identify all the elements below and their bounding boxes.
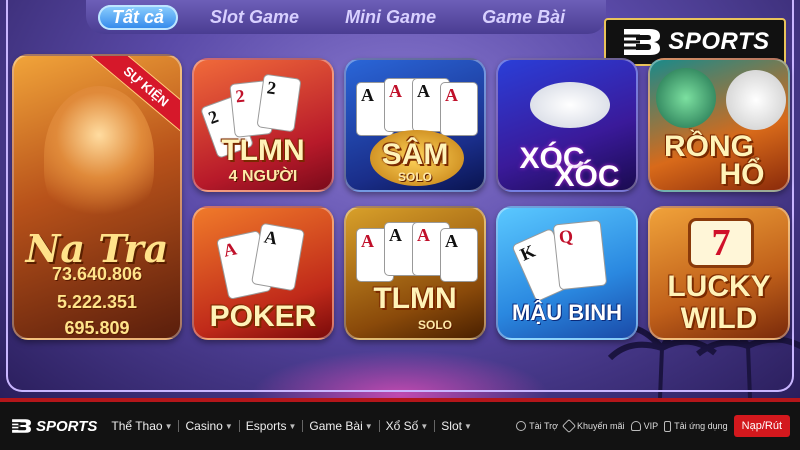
link-khuyen-mai[interactable]: Khuyến mãi: [561, 418, 625, 434]
game-tile-sam-solo[interactable]: A A A A SÂM SOLO: [344, 58, 486, 192]
playing-card: A: [440, 82, 478, 136]
deposit-withdraw-button[interactable]: Nạp/Rút: [733, 415, 790, 437]
chevron-down-icon: ▼: [364, 421, 373, 431]
game-tile-mau-binh[interactable]: K Q MẬU BINH: [496, 206, 638, 340]
category-tabs: Tất cả Slot Game Mini Game Game Bài: [86, 0, 606, 34]
nav-label: Slot: [441, 419, 462, 433]
game-subtitle: SOLO: [397, 170, 432, 184]
link-tai-tro[interactable]: Tài Trợ: [516, 421, 558, 431]
game-tile-tlmn-solo[interactable]: A A A A TLMN SOLO: [344, 206, 486, 340]
link-label: Khuyến mãi: [577, 421, 625, 431]
game-subtitle: XÓC: [554, 160, 620, 192]
tab-mini-game[interactable]: Mini Game: [331, 5, 450, 30]
b-logo-icon: [10, 419, 31, 433]
game-tile-rong-ho[interactable]: RỒNG HỔ: [648, 58, 790, 192]
tiger-icon: [726, 70, 786, 130]
nav-label: Xổ Số: [385, 419, 419, 433]
link-tai-ung-dung[interactable]: Tải ứng dụng: [664, 420, 728, 432]
game-title: MẬU BINH: [512, 300, 622, 325]
hero-character-image: [44, 86, 154, 226]
nav-item-esports[interactable]: Esports ▼: [240, 419, 303, 433]
jackpot-value-1: 73.640.806: [51, 264, 143, 284]
b-logo-icon: [620, 29, 661, 55]
playing-card: Q: [552, 219, 608, 291]
featured-game-tile[interactable]: SỰ KIỆN Na Tra 73.640.806 5.222.351 695.…: [12, 54, 182, 340]
game-title: SÂM: [381, 138, 449, 171]
link-label: VIP: [643, 421, 659, 431]
game-title: TLMN: [373, 282, 457, 315]
logo-text: SPORTS: [36, 417, 98, 435]
jackpot-value-2: 5.222.351: [56, 292, 138, 312]
game-subtitle: SOLO: [417, 318, 452, 332]
chevron-down-icon: ▼: [463, 421, 472, 431]
playing-card: 2: [256, 73, 302, 133]
brand-text: SPORTS: [668, 28, 770, 55]
nav-item-casino[interactable]: Casino ▼: [179, 419, 238, 433]
site-navbar: SPORTS Thể Thao ▼ Casino ▼ Esports ▼ Game B…: [0, 398, 800, 450]
link-vip[interactable]: VIP: [630, 421, 659, 431]
shield-icon: [630, 421, 641, 431]
nav-item-the-thao[interactable]: Thể Thao ▼: [105, 419, 178, 433]
tag-icon: [561, 418, 577, 434]
chevron-down-icon: ▼: [420, 421, 429, 431]
dragon-icon: [656, 68, 716, 128]
game-subtitle: WILD: [680, 302, 758, 335]
nav-label: Thể Thao: [111, 419, 163, 433]
tab-slot-game[interactable]: Slot Game: [196, 5, 313, 30]
chevron-down-icon: ▼: [288, 421, 297, 431]
game-title: LUCKY: [667, 270, 771, 303]
tab-all[interactable]: Tất cả: [98, 4, 179, 30]
game-tile-xoc-xoc[interactable]: XÓC XÓC: [496, 58, 638, 192]
link-label: Tải ứng dụng: [674, 421, 728, 431]
game-tile-lucky-wild[interactable]: 7 LUCKY WILD: [648, 206, 790, 340]
bowl-icon: [530, 82, 610, 128]
playing-card: A: [440, 228, 478, 282]
game-title: POKER: [209, 300, 317, 333]
game-subtitle: HỔ: [719, 158, 765, 191]
game-tile-poker[interactable]: A A POKER: [192, 206, 334, 340]
slot-reel-icon: 7: [688, 218, 754, 268]
site-logo[interactable]: SPORTS: [10, 418, 97, 435]
nav-utility-links: Tài Trợ Khuyến mãi VIP Tải ứng dụng Nạp/…: [516, 415, 790, 437]
playing-card: A: [250, 222, 306, 292]
nav-item-xo-so[interactable]: Xổ Số ▼: [380, 419, 435, 433]
chevron-down-icon: ▼: [164, 421, 173, 431]
nav-label: Esports: [245, 419, 287, 433]
tab-game-bai[interactable]: Game Bài: [468, 5, 579, 30]
nav-item-game-bai[interactable]: Game Bài ▼: [303, 419, 378, 433]
game-subtitle: 4 NGƯỜI: [228, 168, 298, 185]
chevron-down-icon: ▼: [224, 421, 233, 431]
phone-icon: [664, 420, 672, 432]
nav-label: Casino: [185, 419, 223, 433]
jackpot-value-3: 695.809: [64, 318, 130, 338]
link-label: Tài Trợ: [529, 421, 559, 431]
sponsor-icon: [516, 421, 527, 431]
game-tile-tlmn-4-nguoi[interactable]: 2 2 2 TLMN 4 NGƯỜI: [192, 58, 334, 192]
game-title: TLMN: [221, 134, 305, 167]
nav-label: Game Bài: [309, 419, 363, 433]
nav-item-slot[interactable]: Slot ▼: [435, 419, 478, 433]
